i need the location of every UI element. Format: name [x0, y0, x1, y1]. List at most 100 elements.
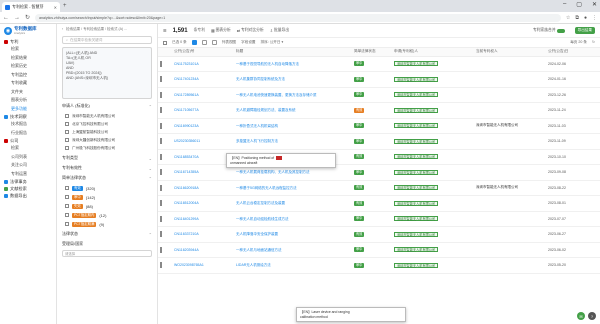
nav-section-export[interactable]: 数据导出 — [0, 192, 56, 199]
applicant-tag[interactable]: 深圳市智能无人机有限公司 — [394, 216, 439, 222]
brand[interactable]: ◉ 专利数据库 Analytics — [0, 24, 56, 38]
chart-analysis-button[interactable]: ▦ 图表分析 — [211, 28, 231, 33]
table-row[interactable]: CN116620918A 一种基于5G网络的无人机远程监控方法 有效 深圳市智能无人机… — [158, 180, 600, 196]
table-row[interactable]: CN116512004A 无人机云台稳定控制方法及装置 有效 深圳市智能无人机有限公司… — [158, 195, 600, 212]
table-row[interactable]: CN116714355A 一种无人机载荷挂载机构、无人机及其控制方法 审中 深圳市智能… — [158, 164, 600, 181]
patent-title-link[interactable]: 多旋翼无人机飞行控制方法 — [236, 139, 278, 143]
patent-number-link[interactable]: US20230356011 — [174, 139, 200, 143]
patent-number-link[interactable]: CN117289561A — [174, 93, 199, 97]
status-option[interactable]: 有效 (320) — [65, 184, 152, 192]
new-tab-button[interactable]: + — [63, 3, 67, 9]
patent-title-link[interactable]: 无人机降落伞安全保护装置 — [236, 232, 278, 236]
table-row[interactable]: WO2023098765A1 LIDAR无人机测绘方法 审中 深圳市智能无人机有限公司… — [158, 257, 600, 274]
nav-item-search[interactable]: 检索 — [0, 45, 56, 54]
col-header-pn[interactable]: 公开(公告)号 — [172, 48, 234, 57]
minimize-button[interactable]: – — [563, 1, 566, 8]
star-icon[interactable]: ☆ — [566, 15, 570, 21]
applicant-tag[interactable]: 深圳市智能无人机有限公司 — [394, 200, 439, 206]
nav-item-company-list[interactable]: 公司列表 — [0, 153, 56, 162]
toggle-switch[interactable] — [556, 28, 565, 33]
col-header-status[interactable]: 简单法律状态 — [352, 48, 392, 57]
patent-number-link[interactable]: CN116990123A — [174, 124, 199, 128]
checkbox[interactable] — [65, 186, 69, 190]
patent-title-link[interactable]: 一种基于视觉导航的无人机自动降落方法 — [236, 62, 299, 66]
checkbox[interactable] — [65, 213, 69, 217]
table-row[interactable]: CN116853470A一种无人机图传信号增强方法、装置及无人机有效深圳市智能无… — [158, 149, 600, 165]
row-checkbox[interactable] — [160, 215, 162, 222]
refresh-icon[interactable]: ↻ — [592, 40, 595, 45]
patent-number-link[interactable]: CN116337210A — [174, 232, 199, 236]
nav-section-legal[interactable]: 法律事务 — [0, 178, 56, 185]
applicant-tag[interactable]: 深圳市智能无人机有限公司 — [394, 262, 439, 268]
menu-icon[interactable]: ⋮ — [592, 15, 597, 21]
help-icon[interactable]: ? — [588, 312, 596, 320]
back-icon[interactable]: ‹ — [62, 27, 63, 31]
patent-number-link[interactable]: CN117523101A — [174, 62, 199, 66]
applicant-tag[interactable]: 深圳市智能无人机有限公司 — [394, 61, 439, 67]
nav-item-favorites[interactable]: 专利收藏 — [0, 79, 56, 88]
nav-item-charts[interactable]: 图表分析 — [0, 96, 56, 105]
page-size-select[interactable]: 每页 20 条 — [570, 40, 587, 45]
nav-item-followed[interactable]: 关注公司 — [0, 161, 56, 170]
patent-number-link[interactable]: CN116512004A — [174, 201, 199, 205]
applicant-tag[interactable]: 深圳市智能无人机有限公司 — [394, 185, 439, 191]
applicant-tag[interactable]: 深圳市智能无人机有限公司 — [394, 76, 439, 82]
patent-title-link[interactable]: LIDAR无人机测绘方法 — [236, 263, 271, 267]
extension-icon[interactable]: ⧉ — [575, 15, 579, 21]
table-row[interactable]: US20230356011 多旋翼无人机飞行控制方法 审中 深圳市智能无人机有限公司 2… — [158, 133, 600, 150]
status-option[interactable]: 审中 (142) — [65, 193, 152, 201]
close-window-button[interactable]: ✕ — [592, 1, 597, 8]
filter-option[interactable]: 北京飞控科技有限公司 — [65, 120, 152, 128]
row-checkbox[interactable] — [160, 200, 162, 207]
row-checkbox[interactable] — [160, 60, 162, 67]
patent-title-link[interactable]: 无人机避障路径规划方法、装置及系统 — [236, 108, 296, 112]
table-row[interactable]: CN116401299A 一种无人机自动巡检航线生成方法 审中 深圳市智能无人机有限公… — [158, 211, 600, 227]
select-all-checkbox[interactable] — [163, 40, 167, 45]
nav-item-monitor[interactable]: 专利监控 — [0, 71, 56, 80]
patent-number-link[interactable]: CN116620918A — [174, 186, 199, 190]
nav-section-literature[interactable]: 文献检索 — [0, 185, 56, 192]
browser-tab[interactable]: 专利检索 - 智慧芽 ✕ — [2, 2, 60, 12]
nav-item-company-search[interactable]: 检索 — [0, 144, 56, 153]
filter-search-input[interactable]: ⌕ 在结果中检索关键词 — [62, 36, 152, 44]
nav-item-more[interactable]: 更多功能 — [0, 105, 56, 114]
col-header-owner[interactable]: 当前专利权人 — [474, 48, 546, 57]
row-checkbox[interactable] — [160, 76, 162, 83]
field-settings[interactable]: 字段设置 — [241, 40, 255, 45]
checkbox[interactable] — [65, 146, 69, 150]
nav-item-folders[interactable]: 文件夹 — [0, 88, 56, 97]
list-view-icon[interactable] — [191, 40, 197, 45]
table-row[interactable]: CN117523101A 一种基于视觉导航的无人机自动降落方法 审中 深圳市智能无人机… — [158, 56, 600, 72]
patent-title-link[interactable]: 一种基于5G网络的无人机远程监控方法 — [236, 186, 297, 190]
row-checkbox[interactable] — [160, 107, 162, 114]
patent-title-link[interactable]: 一种无人机载荷挂载机构、无人机及其控制方法 — [236, 170, 310, 174]
patent-number-link[interactable]: CN117105677A — [174, 108, 199, 112]
patent-title-link[interactable]: 一种折叠式无人机机臂结构 — [236, 124, 278, 128]
patent-title-link[interactable]: 一种无人机与地面站通信方法 — [236, 248, 282, 252]
table-row[interactable]: CN116990123A 一种折叠式无人机机臂结构 审中 深圳市智能无人机有限公司 深圳… — [158, 118, 600, 134]
patent-number-link[interactable]: WO2023098765A1 — [174, 263, 204, 267]
patent-number-link[interactable]: CN116203944A — [174, 248, 199, 252]
row-checkbox[interactable] — [160, 138, 162, 145]
row-checkbox[interactable] — [160, 262, 162, 269]
applicant-tag[interactable]: 深圳市智能无人机有限公司 — [394, 107, 439, 113]
table-row[interactable]: CN117289561A 一种无人机电池快速更换装置、更换方法及存储介质 审中 深圳市… — [158, 87, 600, 103]
checkbox[interactable] — [65, 195, 69, 199]
nav-item-results[interactable]: 检索结果 — [0, 54, 56, 63]
applicant-tag[interactable]: 深圳市智能无人机有限公司 — [394, 247, 439, 253]
view-label[interactable]: 列表视图 — [222, 40, 236, 45]
grid-view-icon[interactable] — [201, 40, 207, 45]
country-select[interactable]: 请选择 — [62, 250, 152, 257]
patent-number-link[interactable]: CN116853470A — [174, 155, 199, 159]
patent-number-link[interactable]: CN117401234A — [174, 77, 199, 81]
status-option[interactable]: 失效 (88) — [65, 202, 152, 210]
nav-item-operations[interactable]: 专利运营 — [0, 170, 56, 179]
patent-title-link[interactable]: 无人机集群协同控制系统及方法 — [236, 77, 285, 81]
card-view-icon[interactable] — [211, 40, 217, 45]
row-checkbox[interactable] — [160, 231, 162, 238]
col-header-date[interactable]: 公开(公告)日 — [546, 48, 600, 57]
collapse-icon[interactable]: ☰ — [163, 28, 167, 33]
applicant-tag[interactable]: 深圳市智能无人机有限公司 — [394, 154, 439, 160]
batch-export-button[interactable]: ⇩ 批量导出 — [270, 28, 289, 33]
checkbox[interactable] — [65, 130, 69, 134]
